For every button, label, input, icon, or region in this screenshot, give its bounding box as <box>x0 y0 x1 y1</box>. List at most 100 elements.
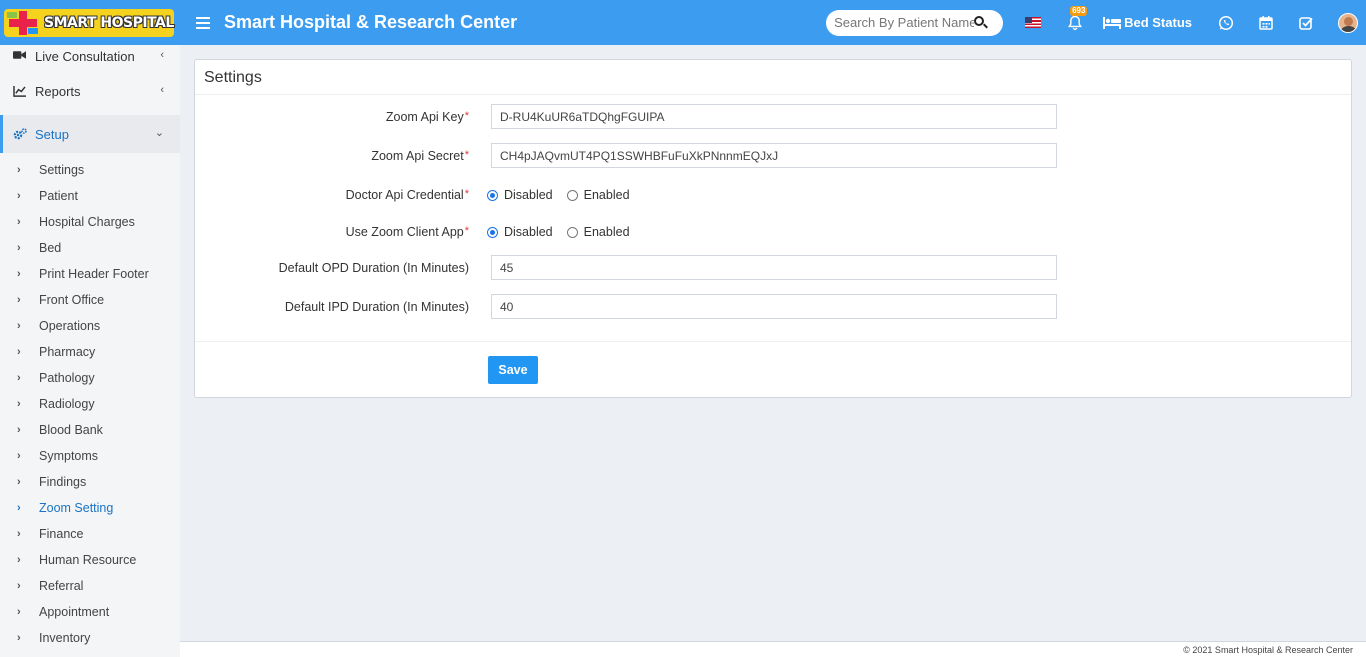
sidebar-subitem-label: Front Office <box>39 293 105 307</box>
chevron-right-icon: › <box>17 554 21 566</box>
chevron-right-icon: › <box>17 450 21 462</box>
zoom-api-key-row: Zoom Api Key* <box>195 104 1353 129</box>
sidebar-subitem-appointment[interactable]: › Appointment <box>0 599 180 625</box>
doctor-api-credential-label: Doctor Api Credential* <box>345 188 469 202</box>
sidebar-subitem-label: Radiology <box>39 397 95 411</box>
sidebar-subitem-label: Zoom Setting <box>39 501 114 515</box>
default-opd-duration-row: Default OPD Duration (In Minutes) <box>195 255 1353 280</box>
sidebar-subitem-inventory[interactable]: › Inventory <box>0 625 180 651</box>
app-title: Smart Hospital & Research Center <box>224 12 518 32</box>
sidebar: Live Consultation ‹ Reports ‹ Setup ⌄ › S… <box>0 45 180 657</box>
sidebar-subitem-label: Inventory <box>39 631 91 645</box>
sidebar-subitem-front-office[interactable]: › Front Office <box>0 287 180 313</box>
sidebar-subitem-radiology[interactable]: › Radiology <box>0 391 180 417</box>
doctor-api-credential-disabled-radio[interactable]: Disabled <box>487 188 553 202</box>
bed-status-button[interactable]: Bed Status <box>1103 15 1192 30</box>
default-opd-duration-label: Default OPD Duration (In Minutes) <box>278 260 469 275</box>
chevron-right-icon: › <box>17 242 21 254</box>
sidebar-subitem-pathology[interactable]: › Pathology <box>0 365 180 391</box>
chevron-left-icon: ‹ <box>160 49 164 61</box>
notifications-bell[interactable]: 693 <box>1067 5 1088 31</box>
chevron-right-icon: › <box>17 294 21 306</box>
zoom-api-secret-row: Zoom Api Secret* <box>195 143 1353 168</box>
chevron-right-icon: › <box>17 632 21 644</box>
line-chart-icon <box>13 85 27 97</box>
default-ipd-duration-row: Default IPD Duration (In Minutes) <box>195 294 1353 319</box>
whatsapp-icon[interactable] <box>1218 15 1234 31</box>
use-zoom-client-app-row: Use Zoom Client App* Disabled Enabled <box>195 225 1353 239</box>
sidebar-subitem-referral[interactable]: › Referral <box>0 573 180 599</box>
default-ipd-duration-input[interactable] <box>491 294 1057 319</box>
sidebar-subitem-label: Findings <box>39 475 87 489</box>
chevron-right-icon: › <box>17 372 21 384</box>
chevron-right-icon: › <box>17 606 21 618</box>
page-footer: © 2021 Smart Hospital & Research Center <box>180 641 1366 657</box>
sidebar-item-label: Setup <box>35 126 69 142</box>
zoom-api-secret-input[interactable] <box>491 143 1057 168</box>
sidebar-subitem-findings[interactable]: › Findings <box>0 469 180 495</box>
use-zoom-client-app-disabled-radio[interactable]: Disabled <box>487 225 553 239</box>
doctor-api-credential-enabled-radio[interactable]: Enabled <box>566 188 630 202</box>
sidebar-subitem-label: Operations <box>39 319 101 333</box>
search-icon[interactable] <box>974 15 989 30</box>
default-opd-duration-input[interactable] <box>491 255 1057 280</box>
chevron-right-icon: › <box>17 164 21 176</box>
logo-text: SMART HOSPITAL <box>44 14 174 31</box>
sidebar-subitem-operations[interactable]: › Operations <box>0 313 180 339</box>
sidebar-item-label: Live Consultation <box>35 49 135 64</box>
sidebar-subitem-settings[interactable]: › Settings <box>0 157 180 183</box>
sidebar-subitem-symptoms[interactable]: › Symptoms <box>0 443 180 469</box>
sidebar-subitem-label: Hospital Charges <box>39 215 135 229</box>
sidebar-subitem-print-header-footer[interactable]: › Print Header Footer <box>0 261 180 287</box>
setup-submenu: › Settings › Patient › Hospital Charges › Bed › P… <box>0 157 180 651</box>
us-flag-icon[interactable] <box>1025 17 1042 28</box>
patient-search-box <box>826 9 1004 36</box>
default-ipd-duration-label: Default IPD Duration (In Minutes) <box>284 299 469 314</box>
sidebar-subitem-bed[interactable]: › Bed <box>0 235 180 261</box>
notification-count-badge: 693 <box>1070 5 1088 16</box>
chevron-right-icon: › <box>17 320 21 332</box>
user-avatar[interactable] <box>1338 12 1358 33</box>
bed-status-label: Bed Status <box>1124 15 1192 30</box>
doctor-api-credential-row: Doctor Api Credential* Disabled Enabled <box>195 188 1353 202</box>
sidebar-subitem-label: Settings <box>39 163 85 177</box>
sidebar-item-reports[interactable]: Reports ‹ <box>0 67 180 115</box>
zoom-api-secret-label: Zoom Api Secret* <box>371 148 469 163</box>
sidebar-subitem-label: Print Header Footer <box>39 267 149 281</box>
chevron-left-icon: ‹ <box>160 84 164 96</box>
sidebar-subitem-hospital-charges[interactable]: › Hospital Charges <box>0 209 180 235</box>
sidebar-subitem-human-resource[interactable]: › Human Resource <box>0 547 180 573</box>
sidebar-subitem-label: Blood Bank <box>39 423 103 437</box>
sidebar-item-setup[interactable]: Setup ⌄ <box>0 115 180 153</box>
gears-icon <box>13 128 27 140</box>
logo-cross-icon <box>6 10 40 35</box>
chevron-right-icon: › <box>17 424 21 436</box>
sidebar-subitem-label: Human Resource <box>39 553 137 567</box>
panel-footer-divider <box>195 341 1351 342</box>
sidebar-subitem-pharmacy[interactable]: › Pharmacy <box>0 339 180 365</box>
app-logo[interactable]: SMART HOSPITAL <box>4 8 174 37</box>
chevron-right-icon: › <box>17 502 21 514</box>
patient-search-input[interactable] <box>834 15 975 30</box>
task-checkbox-icon[interactable] <box>1298 15 1314 31</box>
sidebar-item-label: Reports <box>35 83 81 99</box>
sidebar-subitem-finance[interactable]: › Finance <box>0 521 180 547</box>
bed-icon <box>1103 16 1122 29</box>
chevron-right-icon: › <box>17 580 21 592</box>
calendar-icon[interactable] <box>1258 15 1274 31</box>
hamburger-menu-icon[interactable] <box>196 16 210 29</box>
top-header: SMART HOSPITAL Smart Hospital & Research… <box>0 0 1366 45</box>
use-zoom-client-app-enabled-radio[interactable]: Enabled <box>566 225 630 239</box>
sidebar-item-live-consultation[interactable]: Live Consultation ‹ <box>0 45 180 67</box>
bell-icon <box>1068 15 1083 30</box>
sidebar-subitem-zoom-setting[interactable]: › Zoom Setting <box>0 495 180 521</box>
sidebar-subitem-blood-bank[interactable]: › Blood Bank <box>0 417 180 443</box>
sidebar-subitem-patient[interactable]: › Patient <box>0 183 180 209</box>
settings-panel: Settings Zoom Api Key* Zoom Api Secret* … <box>194 59 1352 398</box>
sidebar-subitem-label: Pathology <box>39 371 95 385</box>
chevron-right-icon: › <box>17 476 21 488</box>
zoom-api-key-input[interactable] <box>491 104 1057 129</box>
sidebar-subitem-label: Symptoms <box>39 449 99 463</box>
use-zoom-client-app-label: Use Zoom Client App* <box>345 225 469 239</box>
save-button[interactable]: Save <box>488 356 538 384</box>
